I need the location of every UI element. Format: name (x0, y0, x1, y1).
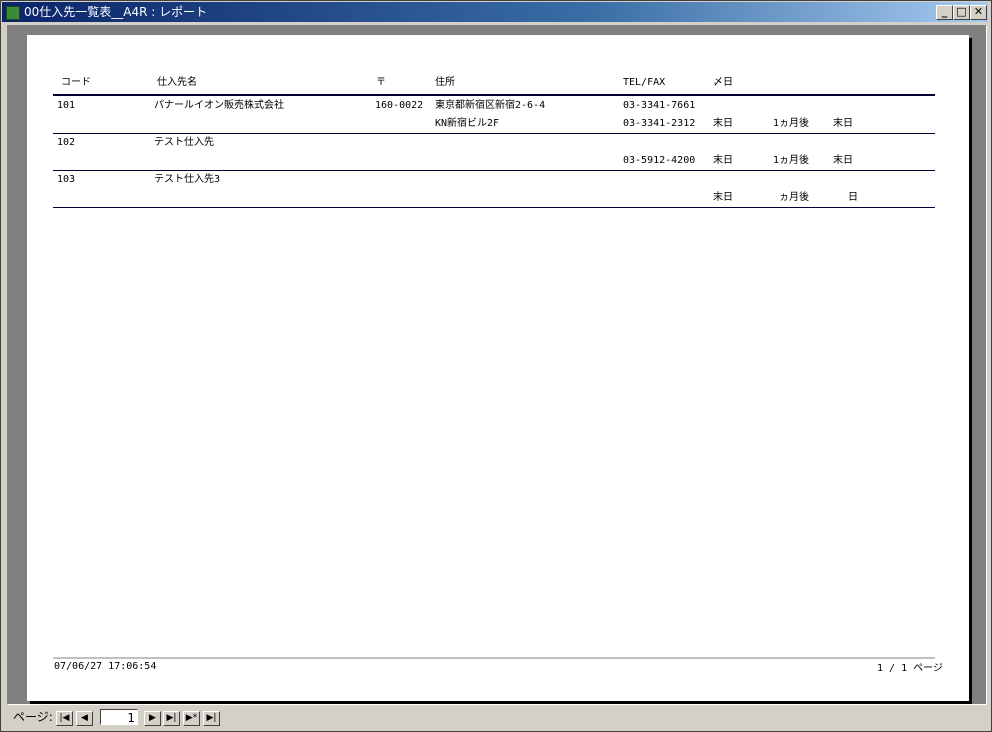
row-pay-month: ヵ月後 (779, 192, 809, 203)
row-code: 102 (57, 137, 76, 148)
row-pay-day: 末日 (833, 118, 853, 129)
header-closing: 〆日 (713, 77, 733, 88)
row-closing: 末日 (713, 155, 733, 166)
header-address: 住所 (435, 77, 455, 88)
record-navigation: ページ: |◀ ◀ 1 ▶ ▶| ▶* ▶| (1, 705, 991, 731)
row-closing: 末日 (713, 192, 733, 203)
close-button[interactable]: ✕ (970, 5, 987, 20)
row-name: テスト仕入先3 (154, 174, 221, 185)
report-page: コード 仕入先名 〒 住所 TEL/FAX 〆日 101 パナールイオン販売株式… (27, 35, 969, 701)
header-name: 仕入先名 (157, 77, 197, 88)
row-name: テスト仕入先 (154, 137, 214, 148)
last-page-button[interactable]: ▶| (163, 711, 180, 726)
minimize-button[interactable]: _ (936, 5, 953, 20)
print-timestamp: 07/06/27 17:06:54 (54, 661, 157, 672)
row-address2: KN新宿ビル2F (435, 118, 500, 129)
page-label: ページ: (13, 710, 53, 724)
row-pay-day: 末日 (833, 155, 853, 166)
header-rule (53, 94, 935, 96)
row-name: パナールイオン販売株式会社 (154, 100, 284, 111)
row-pay-month: 1ヵ月後 (773, 155, 810, 166)
row-fax: 03-3341-2312 (623, 118, 696, 129)
title-bar[interactable]: 00仕入先一覧表__A4R : レポート _ □ ✕ (2, 2, 988, 22)
window-title: 00仕入先一覧表__A4R : レポート (24, 5, 208, 19)
report-icon (6, 6, 20, 20)
row-tel: 03-3341-7661 (623, 100, 696, 111)
row-divider (53, 133, 935, 134)
footer-rule (53, 657, 935, 659)
row-divider (53, 170, 935, 171)
next-page-button[interactable]: ▶ (144, 711, 161, 726)
header-telfax: TEL/FAX (623, 77, 666, 88)
page-info: 1 / 1 ページ (877, 663, 943, 674)
row-pay-month: 1ヵ月後 (773, 118, 810, 129)
row-divider (53, 207, 935, 208)
row-code: 103 (57, 174, 76, 185)
maximize-button[interactable]: □ (953, 5, 970, 20)
first-page-button[interactable]: |◀ (56, 711, 73, 726)
header-zip: 〒 (376, 77, 386, 88)
row-zip: 160-0022 (375, 100, 424, 111)
row-fax: 03-5912-4200 (623, 155, 696, 166)
preview-area[interactable]: コード 仕入先名 〒 住所 TEL/FAX 〆日 101 パナールイオン販売株式… (7, 25, 987, 705)
new-record-button[interactable]: ▶* (183, 711, 200, 726)
row-address1: 東京都新宿区新宿2-6-4 (435, 100, 546, 111)
report-window: 00仕入先一覧表__A4R : レポート _ □ ✕ コード 仕入先名 〒 住所… (0, 0, 992, 732)
page-number-input[interactable]: 1 (100, 709, 138, 725)
row-pay-day: 日 (848, 192, 858, 203)
prev-page-button[interactable]: ◀ (76, 711, 93, 726)
row-closing: 末日 (713, 118, 733, 129)
header-code: コード (61, 77, 91, 88)
row-code: 101 (57, 100, 76, 111)
end-page-button[interactable]: ▶| (203, 711, 220, 726)
